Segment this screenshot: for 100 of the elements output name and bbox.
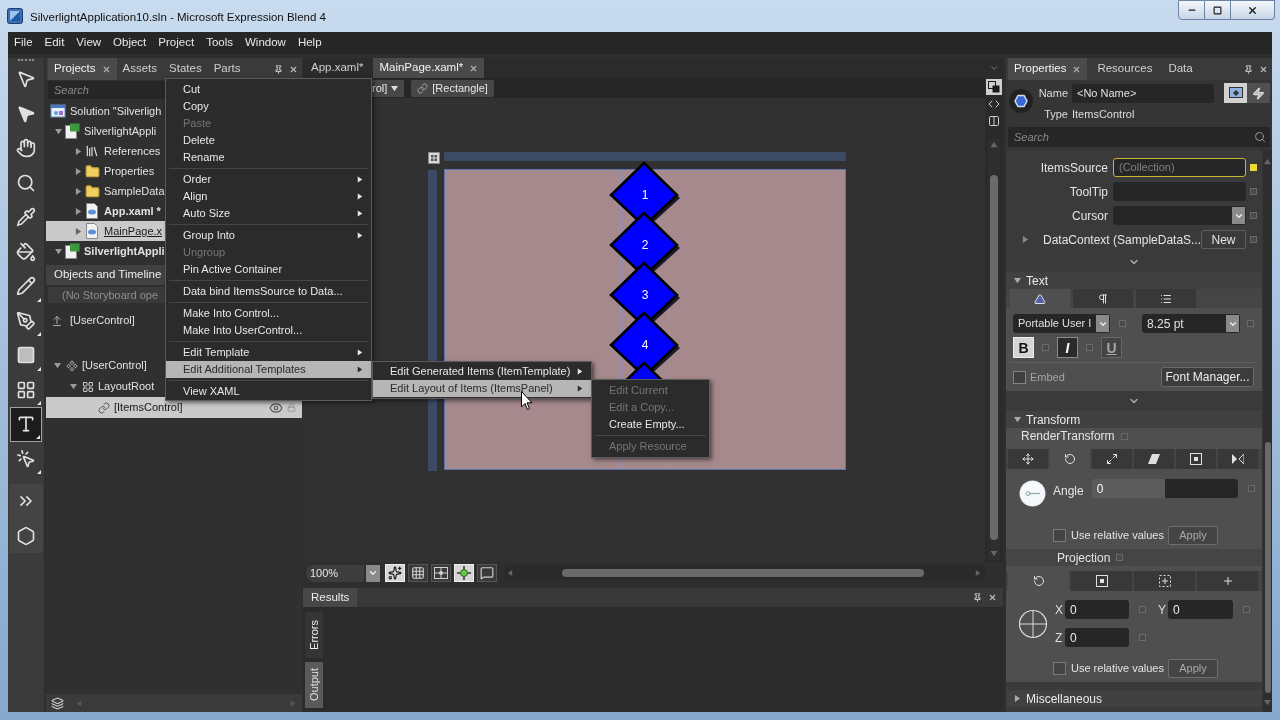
menu-item[interactable]: Tools <box>200 32 239 54</box>
pin-icon[interactable] <box>1244 64 1253 74</box>
breadcrumb-item[interactable]: rol] <box>372 79 405 97</box>
panel-tab[interactable]: Resources <box>1091 58 1159 80</box>
axis-field[interactable]: 0 <box>1065 628 1129 647</box>
style-toggle-button[interactable]: I <box>1057 337 1078 358</box>
pin-icon[interactable] <box>973 593 982 602</box>
menu-item[interactable]: Edit Generated Items (ItemTemplate) <box>373 363 591 380</box>
menu-item[interactable]: Order <box>166 171 371 188</box>
minimize-button[interactable] <box>1178 0 1205 20</box>
close-icon[interactable] <box>1259 64 1268 74</box>
scope-button[interactable]: [UserControl] <box>46 312 165 329</box>
tree-item[interactable]: SilverlightAppli <box>46 121 165 141</box>
section-header[interactable]: Miscellaneous <box>1006 690 1262 707</box>
menu-item[interactable]: File <box>8 32 39 54</box>
scrollbar-thumb[interactable] <box>1264 442 1271 693</box>
dropdown-button[interactable] <box>366 564 380 582</box>
menu-item[interactable]: Delete <box>166 132 371 149</box>
tree-item[interactable]: Properties <box>46 161 165 181</box>
panel-tab[interactable]: App.xaml* <box>305 58 370 78</box>
tree-item[interactable]: SampleData <box>46 181 165 201</box>
tree-item[interactable]: [ItemsControl] <box>46 397 302 418</box>
caret-right-icon[interactable] <box>975 569 981 577</box>
icon-tab[interactable] <box>1218 449 1258 469</box>
font-size-dropdown[interactable]: 8.25 pt <box>1142 314 1240 333</box>
mode-button[interactable] <box>1224 83 1247 103</box>
caret-right-icon[interactable] <box>75 227 82 235</box>
caret-left-icon[interactable] <box>507 569 513 577</box>
property-dropdown[interactable] <box>1113 206 1246 225</box>
menu-item[interactable]: Help <box>291 32 328 54</box>
tree-item[interactable]: LayoutRoot <box>46 376 165 397</box>
axis-field[interactable]: 0 <box>1168 600 1233 619</box>
angle-field[interactable]: 0 <box>1091 479 1238 498</box>
close-icon[interactable] <box>988 593 997 602</box>
menu-item[interactable]: Rename <box>166 149 371 166</box>
tree-item[interactable]: Solution "Silverligh <box>46 101 165 121</box>
checkbox[interactable] <box>1053 662 1066 675</box>
caret-up-icon[interactable] <box>990 141 998 148</box>
font-manager-button[interactable]: Font Manager... <box>1161 367 1254 387</box>
close-icon[interactable] <box>1072 64 1082 74</box>
menu-item[interactable]: View <box>70 32 108 54</box>
menu-item[interactable]: View XAML <box>166 383 371 400</box>
caret-down-icon[interactable] <box>70 383 77 390</box>
panel-tab[interactable]: Assets <box>116 58 164 80</box>
breadcrumb-item[interactable]: [Rectangle] <box>411 79 494 97</box>
view-toggle-button[interactable] <box>408 564 428 582</box>
view-mode-button[interactable] <box>986 113 1002 129</box>
search-field[interactable]: Search <box>48 81 165 99</box>
caret-down-icon[interactable] <box>1264 699 1271 706</box>
icon-tab[interactable] <box>1008 449 1048 469</box>
checkbox[interactable] <box>1053 529 1066 542</box>
menu-item[interactable]: Group Into <box>166 227 371 244</box>
menu-item[interactable]: Make Into Control... <box>166 305 371 322</box>
close-icon[interactable] <box>469 63 479 73</box>
tree-item[interactable]: [UserControl] <box>46 355 165 376</box>
vertical-tab[interactable]: Errors <box>305 612 323 658</box>
close-icon[interactable] <box>289 64 298 74</box>
menu-item[interactable]: Project <box>152 32 201 54</box>
section-header[interactable]: Transform <box>1006 411 1262 428</box>
chevron-down-icon[interactable] <box>989 63 999 73</box>
panel-tab[interactable]: Parts <box>207 58 247 80</box>
menu-item[interactable]: Window <box>239 32 292 54</box>
menu-item[interactable]: Data bind ItemsSource to Data... <box>166 283 371 300</box>
icon-tab[interactable] <box>1071 571 1132 591</box>
caret-down-icon[interactable] <box>54 362 61 369</box>
view-toggle-button[interactable] <box>477 564 497 582</box>
search-field[interactable]: Search <box>1008 127 1270 147</box>
view-toggle-button[interactable] <box>431 564 451 582</box>
icon-tab[interactable] <box>1092 449 1132 469</box>
axis-field[interactable]: 0 <box>1065 600 1129 619</box>
name-field[interactable]: <No Name> <box>1072 84 1214 103</box>
menu-item[interactable]: Cut <box>166 81 371 98</box>
menu-item[interactable]: Object <box>107 32 153 54</box>
menu-item[interactable]: Align <box>166 188 371 205</box>
mode-button[interactable] <box>1247 83 1270 103</box>
storyboard-field[interactable]: (No Storyboard ope <box>48 287 165 303</box>
menu-item[interactable]: Pin Active Container <box>166 261 371 278</box>
close-button[interactable] <box>1231 0 1275 20</box>
caret-right-icon[interactable] <box>75 207 82 215</box>
panel-tab[interactable]: MainPage.xaml* <box>373 58 485 78</box>
panel-tab[interactable]: Properties <box>1008 58 1088 80</box>
section-header[interactable]: Text <box>1006 272 1262 289</box>
zoom-field[interactable]: 100% <box>306 564 364 582</box>
menu-item[interactable]: Create Empty... <box>592 416 709 433</box>
grid-icon[interactable] <box>428 152 440 164</box>
pin-icon[interactable] <box>274 64 283 74</box>
layers-icon[interactable] <box>51 696 64 710</box>
icon-tab[interactable] <box>1176 449 1216 469</box>
style-toggle-button[interactable]: B <box>1013 337 1034 358</box>
eye-icon[interactable] <box>269 400 283 415</box>
caret-right-icon[interactable] <box>75 187 82 195</box>
maximize-button[interactable] <box>1205 0 1231 20</box>
caret-right-icon[interactable] <box>1022 236 1029 243</box>
menu-item[interactable]: Auto Size <box>166 205 371 222</box>
panel-tab[interactable]: States <box>163 58 208 80</box>
panel-tab[interactable]: Data <box>1162 58 1199 80</box>
property-field[interactable]: (Collection) <box>1113 158 1246 177</box>
vertical-tab[interactable]: Output <box>305 662 323 708</box>
caret-right-icon[interactable] <box>75 147 82 155</box>
scrollbar-thumb[interactable] <box>562 569 924 577</box>
